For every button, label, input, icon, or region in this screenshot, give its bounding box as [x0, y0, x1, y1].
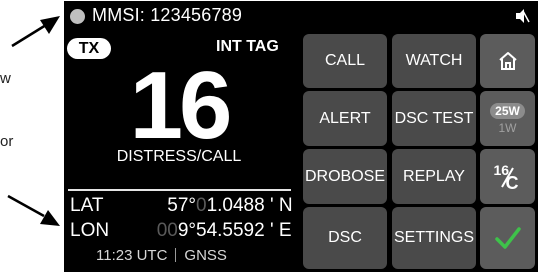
call-button[interactable]: CALL	[303, 34, 387, 88]
checkmark-icon	[494, 227, 521, 249]
longitude-degrees: 009°	[122, 220, 196, 242]
watch-button[interactable]: WATCH	[392, 34, 476, 88]
status-bar: MMSI: 123456789	[64, 1, 538, 31]
latitude-minutes: 01.0488 ' N	[196, 195, 293, 217]
speaker-muted-icon[interactable]	[514, 8, 530, 24]
latitude-degrees: 57°	[122, 195, 196, 217]
channel-number[interactable]: 16	[64, 56, 294, 156]
power-low-label: 1W	[498, 120, 517, 135]
power-high-label: 25W	[490, 102, 525, 119]
position-source: GNSS	[184, 247, 227, 264]
dsc-button[interactable]: DSC	[303, 207, 387, 269]
stage: w or MMSI: 123456789 TX INT TAG 16 DISTR…	[0, 0, 539, 273]
alert-button[interactable]: ALERT	[303, 91, 387, 146]
confirm-button[interactable]	[480, 207, 535, 269]
replay-button[interactable]: REPLAY	[392, 149, 476, 204]
channel-16-button[interactable]: 16 C	[480, 149, 535, 204]
latitude-minutes-value: 1.0488 ' N	[206, 195, 293, 216]
channel-16-suffix: C	[505, 172, 519, 193]
annotation-arrow-bottom	[7, 194, 60, 226]
mmsi-label: MMSI: 123456789	[92, 5, 243, 25]
position-divider	[68, 189, 291, 191]
longitude-minutes: 54.5592 ' E	[196, 220, 292, 241]
radio-screen: MMSI: 123456789 TX INT TAG 16 DISTRESS/C…	[64, 1, 538, 272]
latitude-label: LAT	[70, 195, 104, 216]
home-icon	[498, 52, 517, 70]
power-level: 25W 1W	[490, 102, 525, 135]
settings-button[interactable]: SETTINGS	[392, 207, 476, 269]
longitude-label: LON	[70, 220, 110, 241]
dsc-test-button[interactable]: DSC TEST	[392, 91, 476, 146]
time-source-line: 11:23 UTC GNSS	[96, 247, 227, 264]
longitude-degrees-leading: 00	[156, 220, 178, 241]
channel-16-icon: 16 C	[493, 162, 523, 193]
latitude-minutes-leading: 0	[196, 195, 207, 216]
gps-status-indicator	[70, 9, 85, 24]
drobose-button[interactable]: DROBOSE	[303, 149, 387, 204]
utc-time: 11:23 UTC	[96, 247, 168, 264]
home-button[interactable]	[480, 34, 535, 88]
annotation-arrow-top	[11, 16, 60, 48]
latitude-degrees-value: 57°	[167, 195, 196, 216]
margin-text-or: or	[0, 133, 14, 150]
channel-name: DISTRESS/CALL	[116, 148, 242, 165]
time-source-separator	[175, 248, 177, 262]
longitude-degrees-value: 9°	[177, 220, 196, 241]
power-toggle-button[interactable]: 25W 1W	[480, 91, 535, 146]
